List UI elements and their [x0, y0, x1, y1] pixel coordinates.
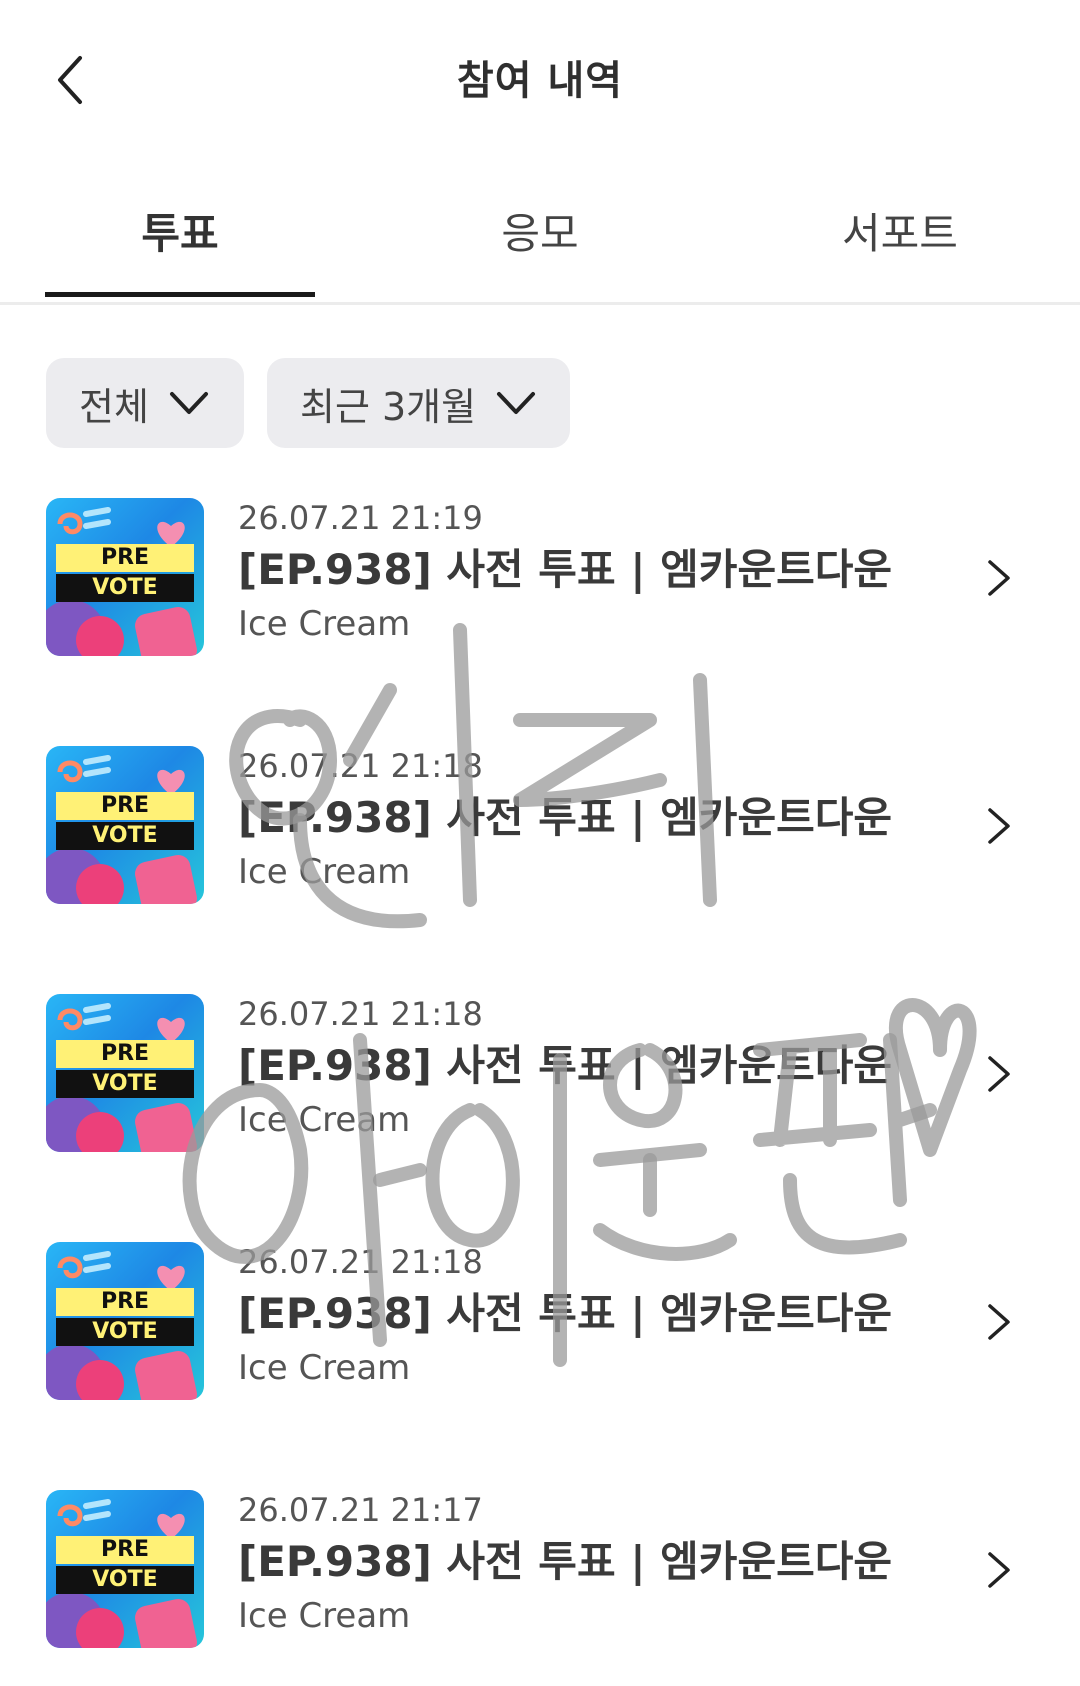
app-header: 참여 내역 — [0, 0, 1080, 160]
decor-ball — [76, 616, 124, 656]
thumb-vote-text: VOTE — [56, 1566, 194, 1594]
thumb-vote-text: VOTE — [56, 574, 194, 602]
item-subtitle: Ice Cream — [238, 1596, 411, 1636]
decor-ball — [76, 864, 124, 904]
chevron-down-icon — [169, 392, 208, 414]
active-tab-indicator — [45, 292, 315, 297]
swirl-decoration-icon — [57, 1251, 111, 1279]
list-item[interactable]: PRE VOTE 26.07.21 21:17 [EP.938] 사전 투표 |… — [0, 1490, 1080, 1650]
decor-cup — [132, 1100, 200, 1152]
chevron-right-icon — [988, 1552, 1010, 1588]
tab-entry[interactable]: 응모 — [360, 200, 720, 261]
decor-cup — [132, 1596, 200, 1648]
decor-cup — [132, 1348, 200, 1400]
list-item[interactable]: PRE VOTE 26.07.21 21:18 [EP.938] 사전 투표 |… — [0, 1242, 1080, 1402]
chevron-right-icon — [988, 1056, 1010, 1092]
item-subtitle: Ice Cream — [238, 1100, 411, 1140]
thumb-pre-text: PRE — [56, 1536, 194, 1564]
thumb-pre-text: PRE — [56, 1040, 194, 1068]
item-meta: 26.07.21 21:18 [EP.938] 사전 투표 | 엠카운트다운 I… — [238, 994, 892, 1142]
item-date: 26.07.21 21:18 — [238, 1243, 483, 1281]
item-date: 26.07.21 21:18 — [238, 747, 483, 785]
tab-vote[interactable]: 투표 — [0, 200, 360, 261]
filter-period-label: 최근 3개월 — [300, 384, 477, 429]
chevron-down-icon — [497, 392, 536, 414]
thumb-pre-text: PRE — [56, 792, 194, 820]
chevron-right-icon — [988, 808, 1010, 844]
list-item[interactable]: PRE VOTE 26.07.21 21:18 [EP.938] 사전 투표 |… — [0, 746, 1080, 906]
decor-ball — [76, 1112, 124, 1152]
swirl-decoration-icon — [57, 1003, 111, 1031]
item-title: [EP.938] 사전 투표 | 엠카운트다운 — [238, 545, 893, 594]
vote-thumbnail: PRE VOTE — [46, 994, 204, 1152]
filter-period-dropdown[interactable]: 최근 3개월 — [267, 358, 570, 448]
filter-type-label: 전체 — [79, 384, 149, 429]
item-title: [EP.938] 사전 투표 | 엠카운트다운 — [238, 1537, 893, 1586]
decor-cup — [132, 604, 200, 656]
tab-support[interactable]: 서포트 — [720, 200, 1080, 261]
chevron-right-icon — [988, 560, 1010, 596]
item-title: [EP.938] 사전 투표 | 엠카운트다운 — [238, 793, 893, 842]
list-item[interactable]: PRE VOTE 26.07.21 21:18 [EP.938] 사전 투표 |… — [0, 994, 1080, 1154]
item-meta: 26.07.21 21:18 [EP.938] 사전 투표 | 엠카운트다운 I… — [238, 746, 892, 894]
item-date: 26.07.21 21:19 — [238, 499, 483, 537]
page-title: 참여 내역 — [456, 58, 624, 104]
vote-thumbnail: PRE VOTE — [46, 498, 204, 656]
tab-bar: 투표 응모 서포트 — [0, 190, 1080, 305]
vote-thumbnail: PRE VOTE — [46, 746, 204, 904]
thumb-vote-text: VOTE — [56, 822, 194, 850]
item-subtitle: Ice Cream — [238, 604, 411, 644]
item-title: [EP.938] 사전 투표 | 엠카운트다운 — [238, 1289, 893, 1338]
vote-thumbnail: PRE VOTE — [46, 1242, 204, 1400]
thumb-vote-text: VOTE — [56, 1318, 194, 1346]
item-title: [EP.938] 사전 투표 | 엠카운트다운 — [238, 1041, 893, 1090]
thumb-vote-text: VOTE — [56, 1070, 194, 1098]
filter-type-dropdown[interactable]: 전체 — [46, 358, 244, 448]
swirl-decoration-icon — [57, 507, 111, 535]
item-date: 26.07.21 21:17 — [238, 1491, 483, 1529]
list-item[interactable]: PRE VOTE 26.07.21 21:19 [EP.938] 사전 투표 |… — [0, 498, 1080, 658]
thumb-pre-text: PRE — [56, 544, 194, 572]
item-date: 26.07.21 21:18 — [238, 995, 483, 1033]
item-meta: 26.07.21 21:17 [EP.938] 사전 투표 | 엠카운트다운 I… — [238, 1490, 892, 1638]
item-meta: 26.07.21 21:19 [EP.938] 사전 투표 | 엠카운트다운 I… — [238, 498, 892, 646]
thumb-pre-text: PRE — [56, 1288, 194, 1316]
vote-thumbnail: PRE VOTE — [46, 1490, 204, 1648]
item-meta: 26.07.21 21:18 [EP.938] 사전 투표 | 엠카운트다운 I… — [238, 1242, 892, 1390]
decor-ball — [76, 1608, 124, 1648]
swirl-decoration-icon — [57, 755, 111, 783]
decor-ball — [76, 1360, 124, 1400]
chevron-right-icon — [988, 1304, 1010, 1340]
swirl-decoration-icon — [57, 1499, 111, 1527]
item-subtitle: Ice Cream — [238, 852, 411, 892]
item-subtitle: Ice Cream — [238, 1348, 411, 1388]
decor-cup — [132, 852, 200, 904]
